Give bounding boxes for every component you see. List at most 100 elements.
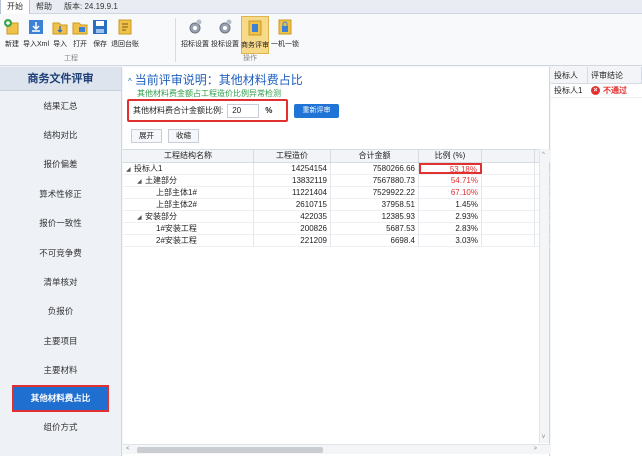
sidebar-item-result-summary[interactable]: 结果汇总 [0,91,121,120]
save-icon [93,20,108,34]
cell-cost: 14254154 [254,163,331,174]
cell-ratio: 53.18% [419,163,482,174]
cell-total: 7529922.22 [331,187,419,198]
tender-settings-button[interactable]: 招标设置 [181,16,209,54]
table-row[interactable]: 上部主体1# 11221404 7529922.22 67.10% [123,187,550,199]
one-machine-one-lock-button[interactable]: 一机一锁 [271,16,299,54]
tree-toggle-icon[interactable]: ◢ [137,213,145,222]
column-header-cost[interactable]: 工程造价 [254,150,331,162]
sidebar-item-negative-quote[interactable]: 负报价 [0,297,121,326]
cell-total: 7580266.66 [331,163,419,174]
result-panel: 投标人 评审结论 投标人1 × 不通过 [551,67,642,456]
sidebar-item-main-materials[interactable]: 主要材料 [0,356,121,385]
cell-cost: 13832119 [254,175,331,186]
cell-ratio: 2.93% [419,211,482,222]
table-row[interactable]: ◢ 安装部分 422035 12385.93 2.93% [123,211,550,223]
cell-name: 上部主体2# [123,199,254,210]
cell-name: ◢ 土建部分 [123,175,254,186]
collapse-button[interactable]: 收缩 [168,129,199,143]
cell-name: 1#安装工程 [123,223,254,234]
open-folder-icon [72,22,88,35]
cell-total: 5687.53 [331,223,419,234]
bid-settings-button[interactable]: 投标设置 [211,16,239,54]
cell-name: ◢ 安装部分 [123,211,254,222]
vertical-scrollbar[interactable]: ^ v [539,149,549,443]
page-title: ^ 当前评审说明：其他材料费占比 [128,73,303,87]
column-header-total[interactable]: 合计金额 [331,150,419,162]
reevaluate-button[interactable]: 重新评审 [294,104,339,118]
collapse-caret-icon[interactable]: ^ [128,77,132,86]
ribbon-toolbar: 新建 导入Xml 导入 打开 保存 退回台账 工程 招标设置 投标设置 商务评审… [0,14,642,66]
sidebar-title: 商务文件评审 [0,67,121,91]
column-header-name[interactable]: 工程结构名称 [123,150,254,162]
menu-help[interactable]: 帮助 [30,0,58,14]
result-status: × 不通过 [588,84,642,97]
sidebar-item-other-material-ratio[interactable]: 其他材料费占比 [12,384,109,412]
gear-icon [219,19,232,34]
sidebar-item-quote-consistency[interactable]: 报价一致性 [0,209,121,238]
review-document-icon [248,20,262,36]
ratio-input[interactable]: 20 [227,103,260,118]
sidebar-item-non-competitive-fee[interactable]: 不可竞争费 [0,238,121,267]
cell-blank [482,223,535,234]
new-file-icon [4,19,19,35]
sidebar-item-main-items[interactable]: 主要项目 [0,326,121,355]
table-row[interactable]: 1#安装工程 200826 5687.53 2.83% [123,223,550,235]
scroll-left-icon[interactable]: < [126,446,130,452]
scroll-down-icon[interactable]: v [542,434,545,440]
version-label: 版本: 24.19.9.1 [64,1,118,11]
column-header-ratio[interactable]: 比例 (%) [419,150,482,162]
table-row[interactable]: 2#安装工程 221209 6698.4 3.03% [123,235,550,247]
business-review-button[interactable]: 商务评审 [241,16,269,54]
ribbon-group-project: 新建 导入Xml 导入 打开 保存 退回台账 工程 [2,16,140,66]
cell-blank [482,211,535,222]
save-button[interactable]: 保存 [91,16,109,54]
sidebar-item-arithmetic-correction[interactable]: 算术性修正 [0,179,121,208]
cell-cost: 221209 [254,235,331,246]
cell-name: 2#安装工程 [123,235,254,246]
ribbon-separator [175,18,176,62]
ratio-unit: % [265,106,273,115]
scroll-thumb[interactable] [137,447,323,453]
horizontal-scrollbar[interactable]: < > [123,444,550,454]
cell-blank [482,235,535,246]
column-header-conclusion[interactable]: 评审结论 [588,67,642,83]
page-subtitle: 其他材料费金额占工程造价比例异常检测 [137,89,281,98]
import-xml-button[interactable]: 导入Xml [23,16,49,54]
column-header-bidder[interactable]: 投标人 [551,67,588,83]
sidebar-item-bill-check[interactable]: 清单核对 [0,267,121,296]
table-row[interactable]: ◢ 投标人1 14254154 7580266.66 53.18% [123,163,550,175]
sidebar-item-pricing-method[interactable]: 组价方式 [0,412,121,441]
cell-total: 37958.51 [331,199,419,210]
scroll-right-icon[interactable]: > [533,446,537,452]
back-to-ledger-button[interactable]: 退回台账 [111,16,139,54]
menu-start[interactable]: 开始 [0,0,30,14]
table-row[interactable]: ◢ 土建部分 13832119 7567880.73 54.71% [123,175,550,187]
import-button[interactable]: 导入 [51,16,69,54]
ratio-table: 工程结构名称 工程造价 合计金额 比例 (%) ◢ 投标人1 14254154 758… [123,149,550,443]
result-row[interactable]: 投标人1 × 不通过 [551,84,642,98]
cell-cost: 2610715 [254,199,331,210]
cell-blank [482,163,535,174]
expand-button[interactable]: 展开 [131,129,162,143]
result-header: 投标人 评审结论 [551,67,642,84]
cell-ratio: 54.71% [419,175,482,186]
sidebar-item-quote-deviation[interactable]: 报价偏差 [0,150,121,179]
cell-cost: 200826 [254,223,331,234]
new-button[interactable]: 新建 [3,16,21,54]
sidebar: 商务文件评审 结果汇总 结构对比 报价偏差 算术性修正 报价一致性 不可竞争费 … [0,67,122,456]
tree-toggle-icon[interactable]: ◢ [126,165,134,174]
scroll-up-icon[interactable]: ^ [542,152,545,158]
bidder-name: 投标人1 [554,86,583,95]
ratio-label: 其他材料费合计金额比例: [133,106,224,115]
tree-toggle-icon[interactable]: ◢ [137,177,145,186]
ratio-setting-box: 其他材料费合计金额比例: 20 % [127,99,288,122]
table-body: ◢ 投标人1 14254154 7580266.66 53.18% ◢ 土建部分 138321… [123,163,550,247]
table-row[interactable]: 上部主体2# 2610715 37958.51 1.45% [123,199,550,211]
cell-name: ◢ 投标人1 [123,163,254,174]
sidebar-item-structure-compare[interactable]: 结构对比 [0,120,121,149]
cell-total: 7567880.73 [331,175,419,186]
ledger-icon [118,19,132,35]
cell-cost: 422035 [254,211,331,222]
open-button[interactable]: 打开 [71,16,89,54]
